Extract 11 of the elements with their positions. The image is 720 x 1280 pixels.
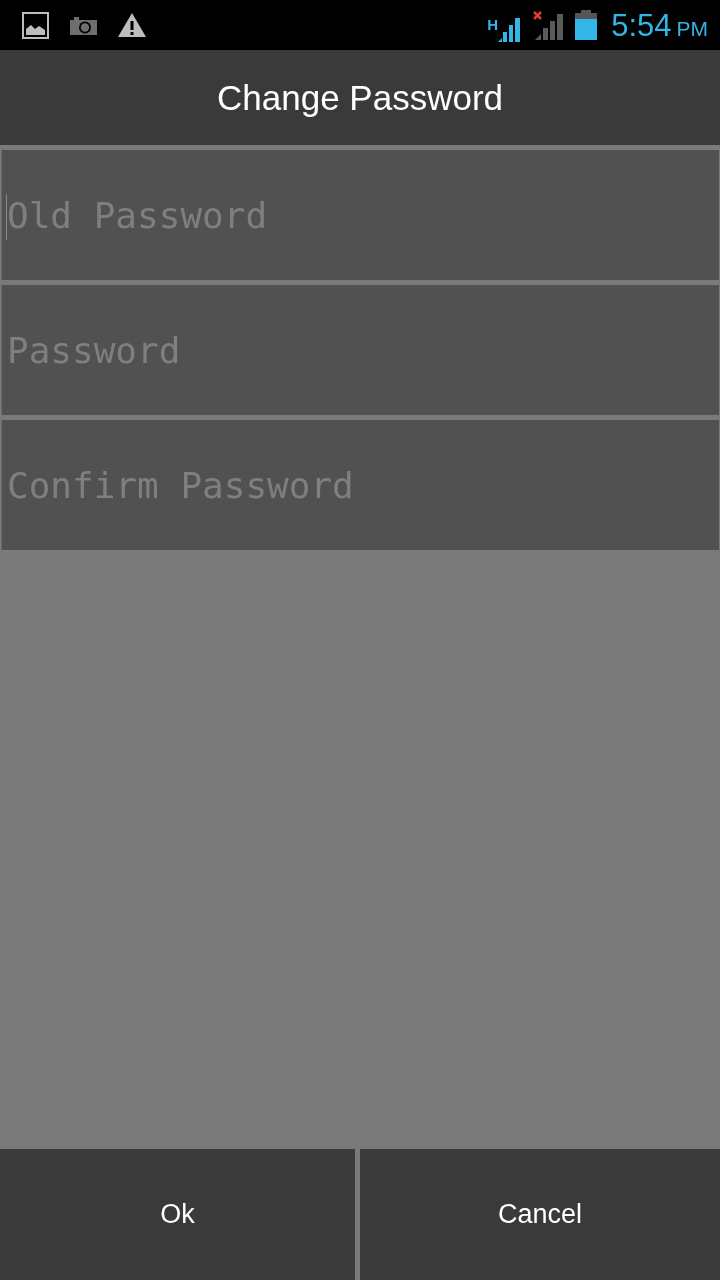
battery-icon <box>575 10 598 40</box>
clock-meridiem: PM <box>676 17 708 39</box>
warning-icon <box>118 13 146 37</box>
signal-icon <box>498 16 523 42</box>
cancel-button[interactable]: Cancel <box>360 1149 720 1280</box>
ok-button[interactable]: Ok <box>0 1149 355 1280</box>
clock-time: 5:54 <box>611 9 672 41</box>
camera-icon <box>70 15 97 35</box>
network-type-label: H <box>487 17 499 32</box>
dialog-title: Change Password <box>217 77 503 118</box>
picture-icon <box>22 11 49 39</box>
